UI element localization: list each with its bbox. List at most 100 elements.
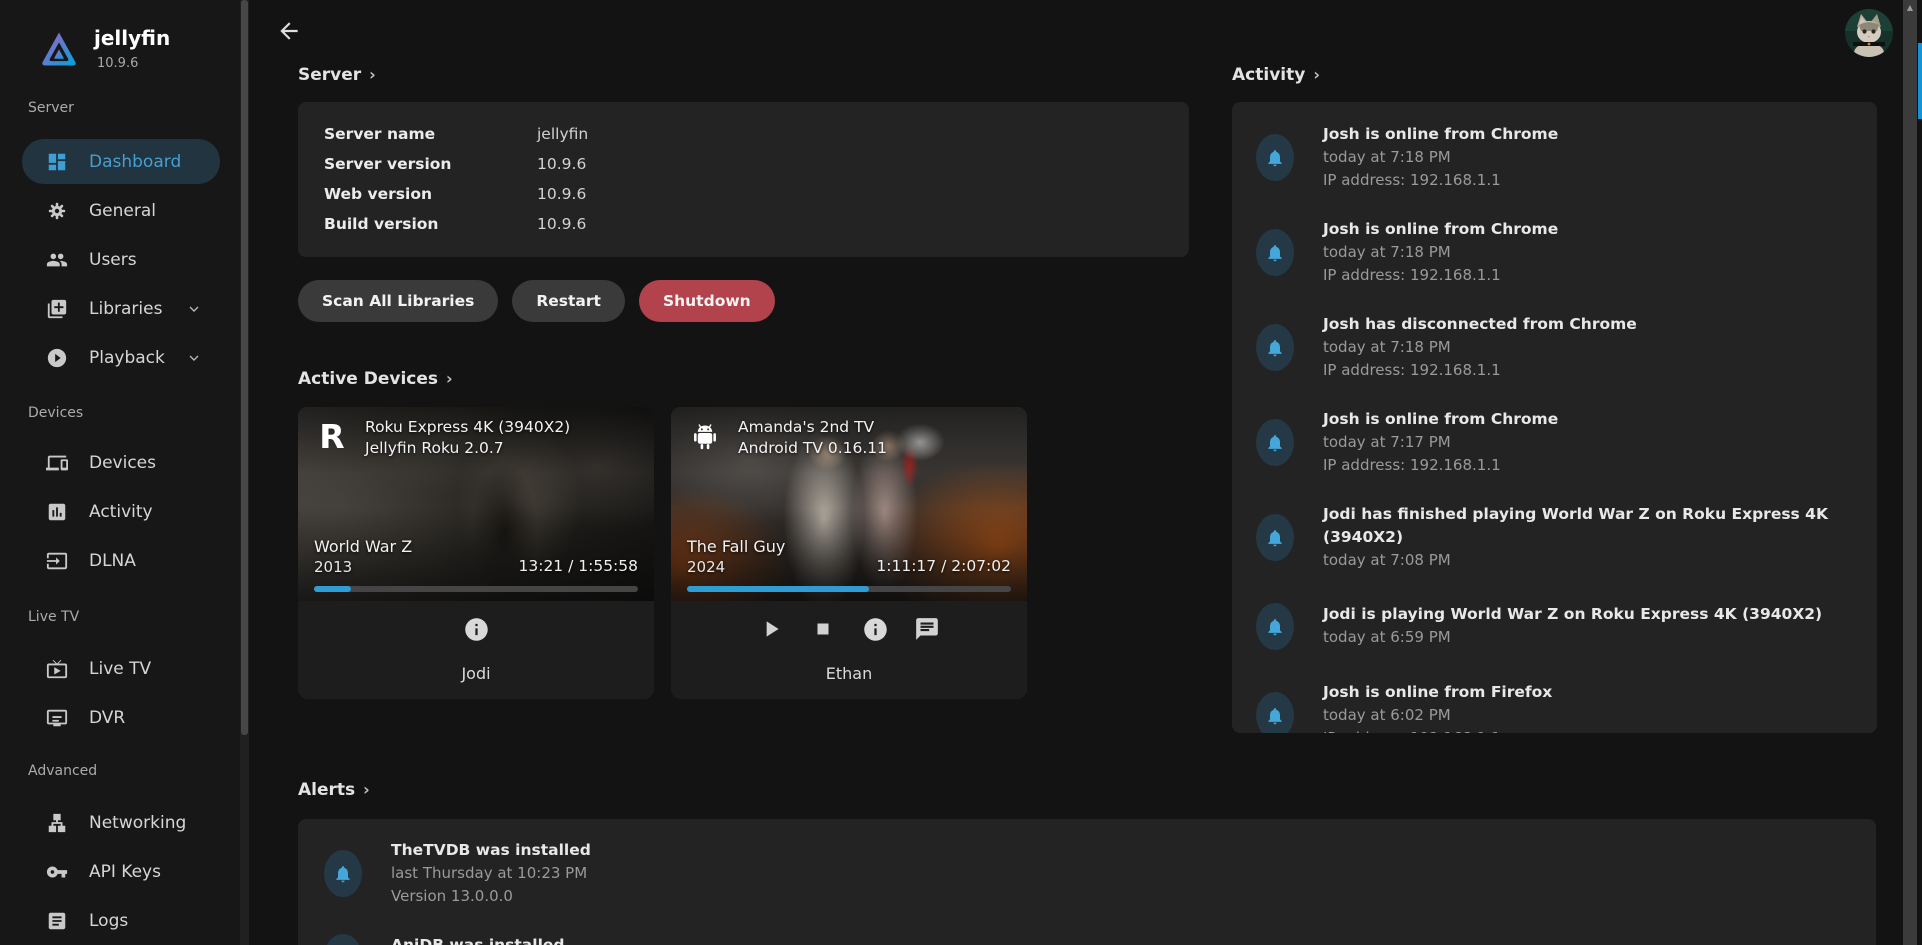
sidebar-item-label: DVR <box>89 708 125 728</box>
playback-progress-fill <box>687 586 869 592</box>
sidebar-item-playback[interactable]: Playback <box>22 338 220 378</box>
sidebar-item-api-keys[interactable]: API Keys <box>22 852 220 892</box>
sidebar-item-label: Networking <box>89 813 186 833</box>
sidebar-item-label: Logs <box>89 911 128 931</box>
nav-section-server: Server <box>28 100 74 116</box>
restart-button[interactable]: Restart <box>512 280 625 322</box>
sidebar-item-logs[interactable]: Logs <box>22 901 220 941</box>
sidebar-item-activity[interactable]: Activity <box>22 492 220 532</box>
play-button[interactable] <box>757 615 785 643</box>
sidebar-item-users[interactable]: Users <box>22 240 220 280</box>
now-playing-backdrop: Amanda's 2nd TV Android TV 0.16.11 The F… <box>671 407 1027 601</box>
dlna-icon <box>46 550 68 572</box>
shutdown-button[interactable]: Shutdown <box>639 280 775 322</box>
bell-icon <box>1265 243 1285 263</box>
bell-icon <box>1265 528 1285 548</box>
sidebar-scrollbar-thumb[interactable] <box>241 0 248 735</box>
activity-item: Josh has disconnected from Chrome today … <box>1256 313 1853 382</box>
key-icon <box>46 861 68 883</box>
info-icon <box>463 616 490 643</box>
sidebar-item-label: Dashboard <box>89 152 181 172</box>
dvr-icon <box>46 707 68 729</box>
sidebar-item-label: Libraries <box>89 299 162 319</box>
session-user: Jodi <box>298 664 654 683</box>
back-button[interactable] <box>272 14 306 48</box>
activity-item: Josh is online from Chrome today at 7:17… <box>1256 408 1853 477</box>
sidebar-item-label: DLNA <box>89 551 136 571</box>
device-name: Amanda's 2nd TV <box>738 417 887 438</box>
jellyfin-dashboard: jellyfin 10.9.6 Server Dashboard General… <box>0 0 1922 945</box>
sidebar: jellyfin 10.9.6 Server Dashboard General… <box>0 0 240 945</box>
bell-icon <box>1265 706 1285 726</box>
scroll-up-arrow-icon[interactable]: ▲ <box>1903 3 1917 12</box>
nav-section-advanced: Advanced <box>28 763 97 779</box>
user-avatar[interactable] <box>1845 9 1893 57</box>
sidebar-item-label: Playback <box>89 348 165 368</box>
jellyfin-logo-icon <box>38 27 80 71</box>
send-message-button[interactable] <box>913 615 941 643</box>
sidebar-item-networking[interactable]: Networking <box>22 803 220 843</box>
play-icon <box>758 616 784 642</box>
heading-chevron-icon: › <box>363 780 370 799</box>
app-name: jellyfin <box>94 28 170 48</box>
active-devices-heading[interactable]: Active Devices› <box>298 369 453 389</box>
content-scrollbar-thumb[interactable] <box>1918 43 1922 119</box>
activity-item: Josh is online from Chrome today at 7:18… <box>1256 218 1853 287</box>
heading-chevron-icon: › <box>369 65 376 84</box>
app-version: 10.9.6 <box>97 56 138 71</box>
playback-time: 1:11:17 / 2:07:02 <box>876 557 1011 575</box>
cat-avatar-image <box>1845 9 1893 57</box>
sidebar-item-label: API Keys <box>89 862 161 882</box>
activity-heading[interactable]: Activity› <box>1232 65 1320 85</box>
message-icon <box>914 616 940 642</box>
client-version: Android TV 0.16.11 <box>738 438 887 459</box>
now-playing-backdrop: R Roku Express 4K (3940X2) Jellyfin Roku… <box>298 407 654 601</box>
sidebar-item-label: General <box>89 201 156 221</box>
activity-item: Josh is online from Chrome today at 7:18… <box>1256 123 1853 192</box>
libraries-icon <box>46 298 68 320</box>
activity-item: Jodi is playing World War Z on Roku Expr… <box>1256 603 1853 650</box>
live-tv-icon <box>46 658 68 680</box>
media-year: 2013 <box>314 557 412 577</box>
activity-icon <box>46 501 68 523</box>
playback-icon <box>46 347 68 369</box>
nav-section-live-tv: Live TV <box>28 609 79 625</box>
sidebar-item-libraries[interactable]: Libraries <box>22 289 220 329</box>
bell-icon <box>1265 148 1285 168</box>
sidebar-scrollbar[interactable] <box>240 0 249 945</box>
session-user: Ethan <box>671 664 1027 683</box>
activity-item: Josh is online from Firefox today at 6:0… <box>1256 681 1853 733</box>
server-section-heading[interactable]: Server› <box>298 65 376 85</box>
sidebar-item-dashboard[interactable]: Dashboard <box>22 139 220 184</box>
networking-icon <box>46 812 68 834</box>
roku-icon: R <box>312 417 352 457</box>
sidebar-item-general[interactable]: General <box>22 191 220 231</box>
server-actions: Scan All Libraries Restart Shutdown <box>298 280 775 322</box>
stop-button[interactable] <box>809 615 837 643</box>
session-info-button[interactable] <box>861 615 889 643</box>
playback-progress-bar <box>687 586 1011 592</box>
sidebar-item-live-tv[interactable]: Live TV <box>22 649 220 689</box>
chevron-down-icon <box>186 350 202 366</box>
window-scrollbar[interactable]: ▲ <box>1903 0 1917 945</box>
sidebar-item-devices[interactable]: Devices <box>22 443 220 483</box>
alerts-heading[interactable]: Alerts› <box>298 780 370 800</box>
alert-item: TheTVDB was installed last Thursday at 1… <box>324 839 1850 908</box>
sidebar-item-dvr[interactable]: DVR <box>22 698 220 738</box>
media-title: The Fall Guy <box>687 536 785 557</box>
dashboard-icon <box>46 151 68 173</box>
chevron-down-icon <box>186 301 202 317</box>
scan-all-libraries-button[interactable]: Scan All Libraries <box>298 280 498 322</box>
android-icon <box>685 417 725 457</box>
device-card-android-tv[interactable]: Amanda's 2nd TV Android TV 0.16.11 The F… <box>671 407 1027 699</box>
bell-icon <box>1265 338 1285 358</box>
sidebar-item-label: Devices <box>89 453 156 473</box>
session-info-button[interactable] <box>462 615 490 643</box>
heading-chevron-icon: › <box>1313 65 1320 84</box>
bell-icon <box>333 864 353 884</box>
media-title: World War Z <box>314 536 412 557</box>
users-icon <box>46 249 68 271</box>
sidebar-item-dlna[interactable]: DLNA <box>22 541 220 581</box>
device-card-roku[interactable]: R Roku Express 4K (3940X2) Jellyfin Roku… <box>298 407 654 699</box>
devices-icon <box>46 452 68 474</box>
